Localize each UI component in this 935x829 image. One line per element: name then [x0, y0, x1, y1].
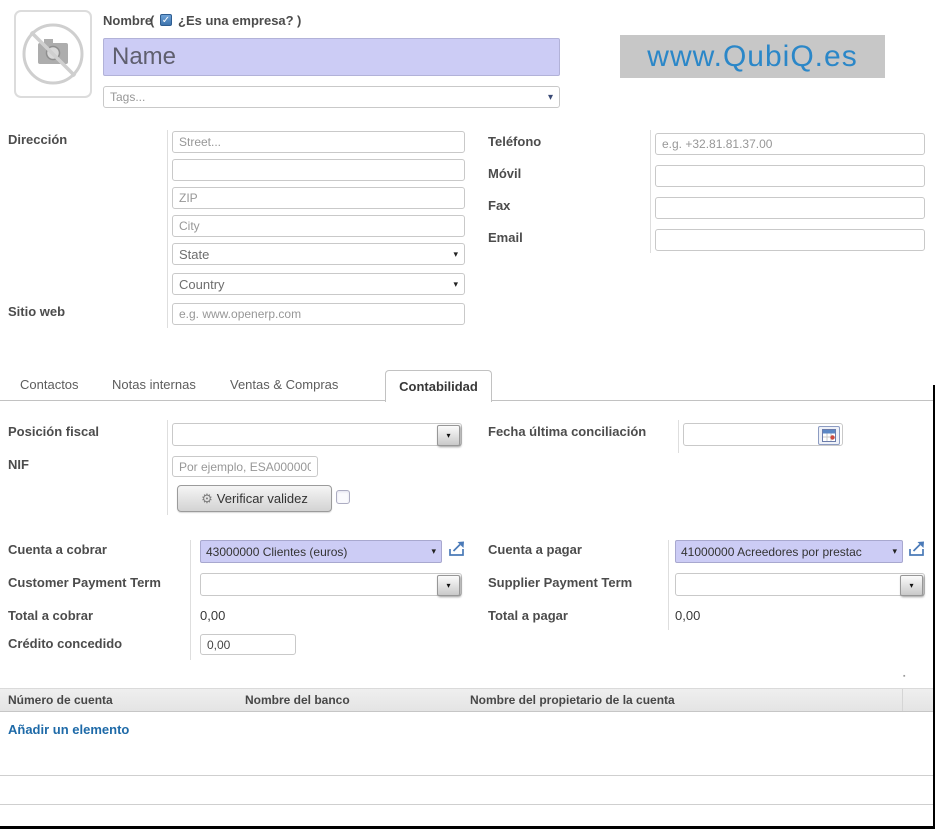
total-payable-value: 0,00 [675, 608, 700, 623]
state-select[interactable]: State ▾ [172, 243, 465, 265]
website-input[interactable] [172, 303, 465, 325]
chevron-down-icon[interactable]: ▾ [437, 425, 460, 446]
street-input[interactable] [172, 131, 465, 153]
divider [650, 130, 651, 253]
total-receivable-value: 0,00 [200, 608, 225, 623]
country-select[interactable]: Country ▾ [172, 273, 465, 295]
fiscal-position-label: Posición fiscal [8, 424, 99, 439]
divider [0, 775, 935, 776]
calendar-icon[interactable] [818, 426, 840, 445]
customer-payment-term-label: Customer Payment Term [8, 575, 161, 590]
phone-label: Teléfono [488, 134, 541, 149]
avatar[interactable] [14, 10, 92, 103]
vat-subjected-checkbox[interactable] [336, 490, 350, 504]
phone-input[interactable] [655, 133, 925, 155]
fiscal-position-select[interactable]: ▾ [172, 423, 462, 446]
fax-input[interactable] [655, 197, 925, 219]
name-input[interactable] [103, 38, 560, 76]
partner-form: Nombre ( ✓ ¿Es una empresa? ) Tags... ▾ … [0, 0, 935, 829]
divider [902, 689, 903, 711]
customer-payment-term-select[interactable]: ▾ [200, 573, 462, 596]
divider [678, 420, 679, 453]
tab-contabilidad[interactable]: Contabilidad [385, 370, 492, 402]
divider [190, 540, 191, 660]
chevron-down-icon: ▾ [431, 546, 436, 557]
last-reconciliation-label: Fecha última conciliación [488, 424, 646, 439]
open-payable-account-button[interactable] [908, 541, 926, 563]
payable-account-select[interactable]: 41000000 Acreedores por prestac ▾ [675, 540, 903, 563]
column-header-account-number[interactable]: Número de cuenta [8, 693, 113, 707]
address-label: Dirección [8, 132, 67, 147]
payable-account-value: 41000000 Acreedores por prestac [681, 545, 889, 559]
tab-notas-internas[interactable]: Notas internas [112, 377, 196, 392]
credit-limit-input[interactable] [200, 634, 296, 655]
no-camera-icon [14, 10, 92, 98]
verify-vat-label: Verificar validez [217, 491, 308, 506]
mobile-label: Móvil [488, 166, 521, 181]
zip-input[interactable] [172, 187, 465, 209]
name-field-label: Nombre [103, 13, 152, 28]
divider [668, 540, 669, 630]
list-corner-icon: ▪ [903, 673, 905, 680]
divider [0, 804, 935, 805]
tags-placeholder: Tags... [110, 90, 145, 104]
external-link-icon [448, 541, 466, 558]
divider [167, 130, 168, 328]
tags-select[interactable]: Tags... ▾ [103, 86, 560, 108]
chevron-down-icon: ▾ [892, 546, 897, 557]
receivable-account-label: Cuenta a cobrar [8, 542, 107, 557]
column-header-account-owner[interactable]: Nombre del propietario de la cuenta [470, 693, 675, 707]
website-label: Sitio web [8, 304, 65, 319]
verify-vat-button[interactable]: ⚙ Verificar validez [177, 485, 332, 512]
divider [167, 420, 168, 515]
state-select-value: State [179, 247, 209, 262]
tab-ventas-compras[interactable]: Ventas & Compras [230, 377, 338, 392]
credit-limit-label: Crédito concedido [8, 636, 122, 651]
chevron-down-icon: ▾ [548, 92, 553, 103]
is-company-checkbox[interactable]: ✓ [160, 14, 172, 26]
tab-contactos[interactable]: Contactos [20, 377, 79, 392]
nif-input[interactable] [172, 456, 318, 477]
bank-table-header: Número de cuenta Nombre del banco Nombre… [0, 688, 935, 712]
chevron-down-icon: ▾ [453, 249, 458, 260]
mobile-input[interactable] [655, 165, 925, 187]
chevron-down-icon[interactable]: ▾ [437, 575, 460, 596]
paren-close: ) [297, 13, 301, 28]
receivable-account-select[interactable]: 43000000 Clientes (euros) ▾ [200, 540, 442, 563]
country-select-value: Country [179, 277, 225, 292]
fax-label: Fax [488, 198, 510, 213]
nif-label: NIF [8, 457, 29, 472]
add-bank-account-link[interactable]: Añadir un elemento [8, 722, 129, 737]
receivable-account-value: 43000000 Clientes (euros) [206, 545, 428, 559]
qubiq-watermark: www.QubiQ.es [620, 35, 885, 78]
last-reconciliation-date-input[interactable] [683, 423, 843, 446]
open-receivable-account-button[interactable] [448, 541, 466, 563]
paren-open: ( [150, 13, 154, 28]
check-icon: ✓ [162, 15, 170, 26]
column-header-bank-name[interactable]: Nombre del banco [245, 693, 350, 707]
chevron-down-icon[interactable]: ▾ [900, 575, 923, 596]
total-receivable-label: Total a cobrar [8, 608, 93, 623]
supplier-payment-term-label: Supplier Payment Term [488, 575, 632, 590]
street2-input[interactable] [172, 159, 465, 181]
is-company-label: ¿Es una empresa? [178, 13, 294, 28]
payable-account-label: Cuenta a pagar [488, 542, 582, 557]
chevron-down-icon: ▾ [453, 279, 458, 290]
gear-icon: ⚙ [201, 491, 213, 507]
total-payable-label: Total a pagar [488, 608, 568, 623]
email-input[interactable] [655, 229, 925, 251]
email-label: Email [488, 230, 523, 245]
supplier-payment-term-select[interactable]: ▾ [675, 573, 925, 596]
city-input[interactable] [172, 215, 465, 237]
external-link-icon [908, 541, 926, 558]
